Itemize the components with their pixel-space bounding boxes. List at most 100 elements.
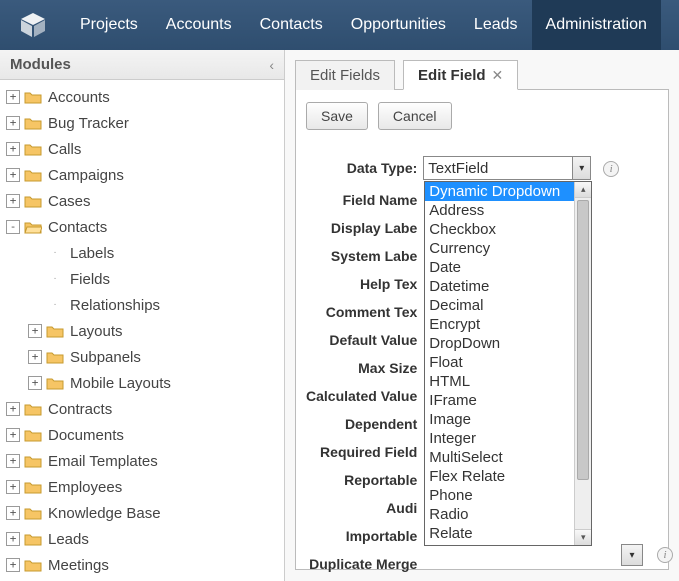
tree-item-calls[interactable]: + Calls [6, 136, 284, 162]
tree-item-fields[interactable]: ·Fields [6, 266, 284, 292]
expand-icon[interactable]: + [28, 350, 42, 364]
expand-icon[interactable]: + [28, 376, 42, 390]
expand-icon[interactable]: + [6, 116, 20, 130]
dropdown-option[interactable]: MultiSelect [425, 448, 574, 467]
info-icon[interactable]: i [603, 161, 619, 177]
tree-item-accounts[interactable]: +Accounts [6, 84, 284, 110]
dropdown-option[interactable]: Currency [425, 239, 574, 258]
tree-item-employees[interactable]: + Employees [6, 474, 284, 500]
dropdown-option[interactable]: Datetime [425, 277, 574, 296]
dropdown-option[interactable]: Checkbox [425, 220, 574, 239]
tree-item-meetings[interactable]: + Meetings [6, 552, 284, 578]
folder-icon [24, 506, 42, 521]
tab-edit-fields[interactable]: Edit Fields [295, 60, 395, 90]
expand-icon[interactable]: + [6, 558, 20, 572]
dropdown-option[interactable]: Address [425, 201, 574, 220]
expand-icon[interactable]: + [6, 402, 20, 416]
nav-item-administration[interactable]: Administration [532, 0, 661, 50]
form-label: Reportable [306, 466, 423, 494]
dropdown-option[interactable]: Float [425, 353, 574, 372]
dropdown-option[interactable]: IFrame [425, 391, 574, 410]
expand-icon[interactable]: + [6, 480, 20, 494]
nav-item-opportunities[interactable]: Opportunities [337, 0, 460, 50]
tree-item-email-templates[interactable]: +Email Templates [6, 448, 284, 474]
tree-item-documents[interactable]: +Documents [6, 422, 284, 448]
dropdown-option[interactable]: TextArea [425, 543, 574, 545]
expand-icon[interactable]: + [6, 454, 20, 468]
folder-icon [24, 558, 42, 573]
dropdown-option[interactable]: HTML [425, 372, 574, 391]
tree-item-subpanels[interactable]: + Subpanels [6, 344, 284, 370]
tree-item-label: Leads [48, 531, 89, 548]
expand-icon[interactable]: + [6, 506, 20, 520]
module-tree: +Accounts+Bug Tracker+Calls+Campaigns+Ca… [0, 80, 284, 581]
tree-item-contacts[interactable]: -Contacts [6, 214, 284, 240]
tree-item-label: Subpanels [70, 349, 141, 366]
dropdown-option[interactable]: Phone [425, 486, 574, 505]
folder-icon [46, 324, 64, 339]
save-button[interactable]: Save [306, 102, 368, 130]
dropdown-option[interactable]: Encrypt [425, 315, 574, 334]
collapse-icon[interactable]: - [6, 220, 20, 234]
tree-item-mobile-layouts[interactable]: + Mobile Layouts [6, 370, 284, 396]
close-icon[interactable]: ✕ [492, 67, 504, 84]
top-nav: ProjectsAccountsContactsOpportunitiesLea… [0, 0, 679, 50]
dropdown-option[interactable]: Decimal [425, 296, 574, 315]
tree-item-label: Cases [48, 193, 91, 210]
nav-item-projects[interactable]: Projects [66, 0, 152, 50]
sidebar-collapse-icon[interactable]: ‹ [269, 57, 274, 73]
tree-item-campaigns[interactable]: + Campaigns [6, 162, 284, 188]
scroll-up-icon[interactable]: ▴ [575, 182, 591, 198]
expand-icon[interactable]: + [28, 324, 42, 338]
tree-item-knowledge-base[interactable]: +Knowledge Base [6, 500, 284, 526]
dropdown-option[interactable]: Image [425, 410, 574, 429]
cancel-button[interactable]: Cancel [378, 102, 452, 130]
label-data-type: Data Type: [306, 150, 423, 186]
chevron-down-icon[interactable]: ▾ [572, 157, 590, 179]
data-type-dropdown[interactable]: Dynamic DropdownAddressCheckboxCurrencyD… [424, 181, 592, 546]
nav-item-contacts[interactable]: Contacts [246, 0, 337, 50]
main-panel: Edit Fields Edit Field✕ Save Cancel Data … [285, 50, 679, 581]
tree-item-label: Employees [48, 479, 122, 496]
tree-item-label: Meetings [48, 557, 109, 574]
tree-item-label: Bug Tracker [48, 115, 129, 132]
tree-item-label: Campaigns [48, 167, 124, 184]
folder-icon [24, 454, 42, 469]
tree-item-contracts[interactable]: +Contracts [6, 396, 284, 422]
app-logo-icon [18, 10, 48, 40]
tree-item-labels[interactable]: ·Labels [6, 240, 284, 266]
dropdown-option[interactable]: DropDown [425, 334, 574, 353]
scroll-thumb[interactable] [577, 200, 589, 480]
expand-icon[interactable]: + [6, 142, 20, 156]
form-label: Importable [306, 522, 423, 550]
tree-item-leads[interactable]: + Leads [6, 526, 284, 552]
tab-edit-field[interactable]: Edit Field✕ [403, 60, 518, 90]
dropdown-option[interactable]: Radio [425, 505, 574, 524]
data-type-select[interactable]: TextField ▾ Dynamic DropdownAddressCheck… [423, 156, 591, 180]
tree-item-label: Mobile Layouts [70, 375, 171, 392]
duplicate-merge-select-arrow[interactable]: ▾ [621, 544, 643, 566]
expand-icon[interactable]: + [6, 532, 20, 546]
expand-icon[interactable]: + [6, 168, 20, 182]
scroll-down-icon[interactable]: ▾ [575, 529, 591, 545]
nav-item-accounts[interactable]: Accounts [152, 0, 246, 50]
dropdown-option[interactable]: Integer [425, 429, 574, 448]
dropdown-scrollbar[interactable]: ▴ ▾ [574, 182, 591, 545]
dropdown-option[interactable]: Date [425, 258, 574, 277]
expand-icon[interactable]: + [6, 90, 20, 104]
leaf-bullet-icon: · [46, 246, 64, 260]
expand-icon[interactable]: + [6, 428, 20, 442]
form-label: Dependent [306, 410, 423, 438]
tree-item-bug-tracker[interactable]: + Bug Tracker [6, 110, 284, 136]
info-icon[interactable]: i [657, 547, 673, 563]
dropdown-option[interactable]: Dynamic Dropdown [425, 182, 574, 201]
dropdown-option[interactable]: Relate [425, 524, 574, 543]
tree-item-layouts[interactable]: +Layouts [6, 318, 284, 344]
expand-icon[interactable]: + [6, 194, 20, 208]
dropdown-option[interactable]: Flex Relate [425, 467, 574, 486]
tree-item-cases[interactable]: + Cases [6, 188, 284, 214]
nav-items: ProjectsAccountsContactsOpportunitiesLea… [66, 0, 661, 50]
nav-item-leads[interactable]: Leads [460, 0, 532, 50]
tree-item-label: Calls [48, 141, 81, 158]
tree-item-relationships[interactable]: ·Relationships [6, 292, 284, 318]
